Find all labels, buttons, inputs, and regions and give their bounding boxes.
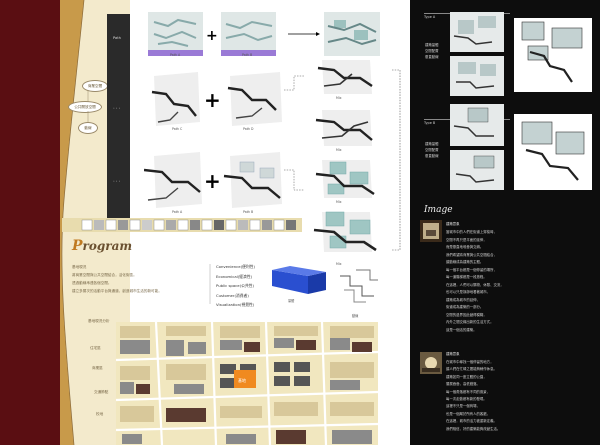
- legend-visualization: Visualization(視覺性): [216, 302, 255, 308]
- result-label-3: Mix: [336, 200, 342, 204]
- type-b-note-1: 空間配置: [425, 148, 439, 152]
- legend-public-space: Public space(公共性): [216, 283, 254, 289]
- result-column: [313, 60, 401, 252]
- map-note-1: 住宅區: [90, 346, 101, 350]
- image-text-block-1: 當城市中的人們在街道上穿梭時， 空間不再只是平面的延伸， 而是垂直地堆疊與交織。…: [446, 230, 504, 332]
- type-b-label: Type B: [424, 121, 436, 125]
- result-label-2: Mix: [336, 148, 342, 152]
- site-map: [116, 322, 378, 445]
- svg-text:+: +: [204, 169, 221, 193]
- image-thumb-2: [420, 352, 442, 374]
- type-b-note-0: 建築量體: [425, 142, 439, 146]
- map-note-4: 校地: [96, 412, 104, 416]
- image-text-block-2: 在城市中尋找一個停留的地方， 讓人們在忙碌之間能夠稍作休息。 建築如同一座立體的…: [446, 360, 501, 431]
- thumbnail-strip: [62, 218, 302, 232]
- row-label-a: Path A: [170, 53, 181, 57]
- row-label-c: Path C: [172, 127, 183, 131]
- type-a-note-2: 垂直動線: [425, 55, 439, 59]
- legend-convenience: Convenience(便利性): [216, 264, 255, 269]
- site-tag: 基地: [238, 378, 246, 383]
- diagram-row-2: +: [151, 72, 282, 126]
- image-subtitle-2: 建築意象: [446, 352, 460, 356]
- program-intro-1: 將商業空間與公共空間結合，活化街區。: [72, 273, 137, 277]
- row-label-d: Path D: [243, 127, 254, 131]
- program-intro-3: 建立多層次的活動平台與通道，創造城市生活的新可能。: [72, 289, 162, 293]
- image-title: Image: [424, 205, 453, 215]
- diagram-row-3: +: [144, 152, 282, 208]
- program-intro-0: 基地現況: [72, 265, 87, 269]
- blue-volume: [272, 266, 326, 294]
- row-label-f: Path B: [243, 210, 254, 214]
- image-subtitle: 建築意象: [446, 222, 460, 226]
- type-b-renders: [450, 104, 592, 190]
- sample-circulation: [340, 269, 378, 303]
- diagram-row-1: +: [148, 12, 380, 56]
- map-caption: 基地現況分析: [88, 319, 110, 323]
- row-label-e: Path A: [172, 210, 183, 214]
- image-thumb-1: [420, 220, 442, 242]
- svg-text:+: +: [206, 28, 218, 44]
- svg-text:+: +: [204, 88, 221, 112]
- type-a-note-1: 空間配置: [425, 49, 439, 53]
- type-a-renders: [450, 12, 592, 96]
- row-label-b: Path B: [242, 53, 253, 57]
- map-note-3: 交通節點: [94, 390, 109, 394]
- type-a-note-0: 建築量體: [425, 43, 439, 47]
- program-title: Program: [72, 238, 133, 254]
- maroon-stripe: [0, 0, 60, 445]
- map-note-2: 商業區: [92, 366, 103, 370]
- vertical-path-label: Path: [113, 36, 121, 40]
- result-label-1: Mix: [336, 96, 342, 100]
- vertical-path-bar: Path • • • • • •: [107, 14, 130, 220]
- criteria-legend: Convenience(便利性) Economical(經濟性) Public …: [216, 264, 255, 308]
- sample-caption-2: 動線: [352, 314, 359, 318]
- program-intro-2: 透過動線串連各個空間。: [72, 281, 112, 285]
- sample-caption-1: 量體: [288, 299, 295, 303]
- type-b-note-2: 垂直動線: [425, 154, 439, 158]
- legend-economical: Economical(經濟性): [216, 273, 253, 279]
- legend-customer: Customer(消費者): [216, 292, 249, 298]
- type-a-label: Type A: [424, 15, 436, 19]
